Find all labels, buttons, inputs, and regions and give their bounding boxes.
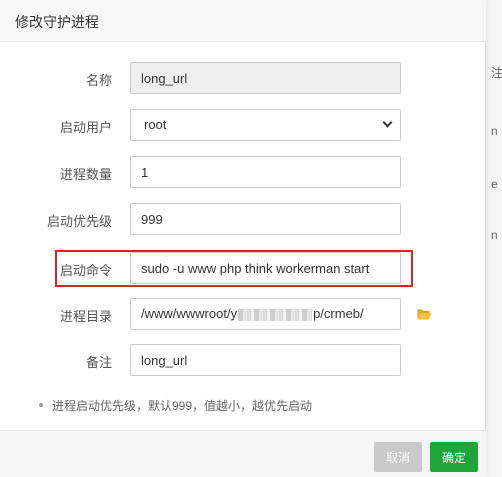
bullet-icon — [39, 402, 43, 407]
form-row-user: 启动用户 root — [0, 109, 486, 141]
dialog-title: 修改守护进程 — [15, 14, 99, 30]
folder-open-icon[interactable] — [417, 308, 432, 320]
directory-value-suffix: p/crmeb/ — [313, 306, 364, 321]
directory-input[interactable]: /www/wwwroot/y p/crmeb/ — [130, 298, 401, 330]
background-page: 注 n e n — [485, 0, 502, 477]
dialog-header: 修改守护进程 — [0, 0, 486, 42]
form-row-priority: 启动优先级 — [0, 203, 486, 235]
background-text: n — [491, 124, 498, 138]
directory-value-prefix: /www/wwwroot/y — [141, 306, 238, 321]
name-label: 名称 — [85, 73, 112, 88]
remark-input[interactable] — [130, 344, 401, 376]
background-text: n — [491, 228, 498, 242]
form-row-directory: 进程目录 /www/wwwroot/y p/crmeb/ — [0, 298, 486, 330]
priority-label: 启动优先级 — [46, 214, 112, 229]
user-select[interactable]: root — [130, 109, 401, 141]
tip-text: 进程启动优先级，默认999，值越小，越优先启动 — [52, 399, 313, 413]
highlight-box — [55, 250, 413, 287]
user-label: 启动用户 — [59, 120, 112, 135]
redacted-text — [238, 308, 313, 321]
priority-input[interactable] — [130, 203, 401, 235]
form-row-name: 名称 — [0, 62, 486, 94]
name-input[interactable] — [130, 62, 401, 94]
directory-label: 进程目录 — [59, 309, 112, 324]
confirm-button[interactable]: 确定 — [430, 442, 478, 472]
edit-daemon-dialog: 修改守护进程 名称 启动用户 root 进程数量 启动优先级 启动命令 进程目录… — [0, 0, 486, 477]
form-row-remark: 备注 — [0, 344, 486, 376]
cancel-button[interactable]: 取消 — [374, 442, 422, 472]
form-row-processes: 进程数量 — [0, 156, 486, 188]
processes-label: 进程数量 — [59, 167, 112, 182]
background-text: e — [491, 177, 498, 191]
remark-label: 备注 — [85, 355, 112, 370]
priority-tip: 进程启动优先级，默认999，值越小，越优先启动 — [39, 397, 312, 414]
processes-input[interactable] — [130, 156, 401, 188]
dialog-footer: 取消 确定 — [0, 430, 486, 477]
background-text: 注 — [491, 66, 502, 80]
